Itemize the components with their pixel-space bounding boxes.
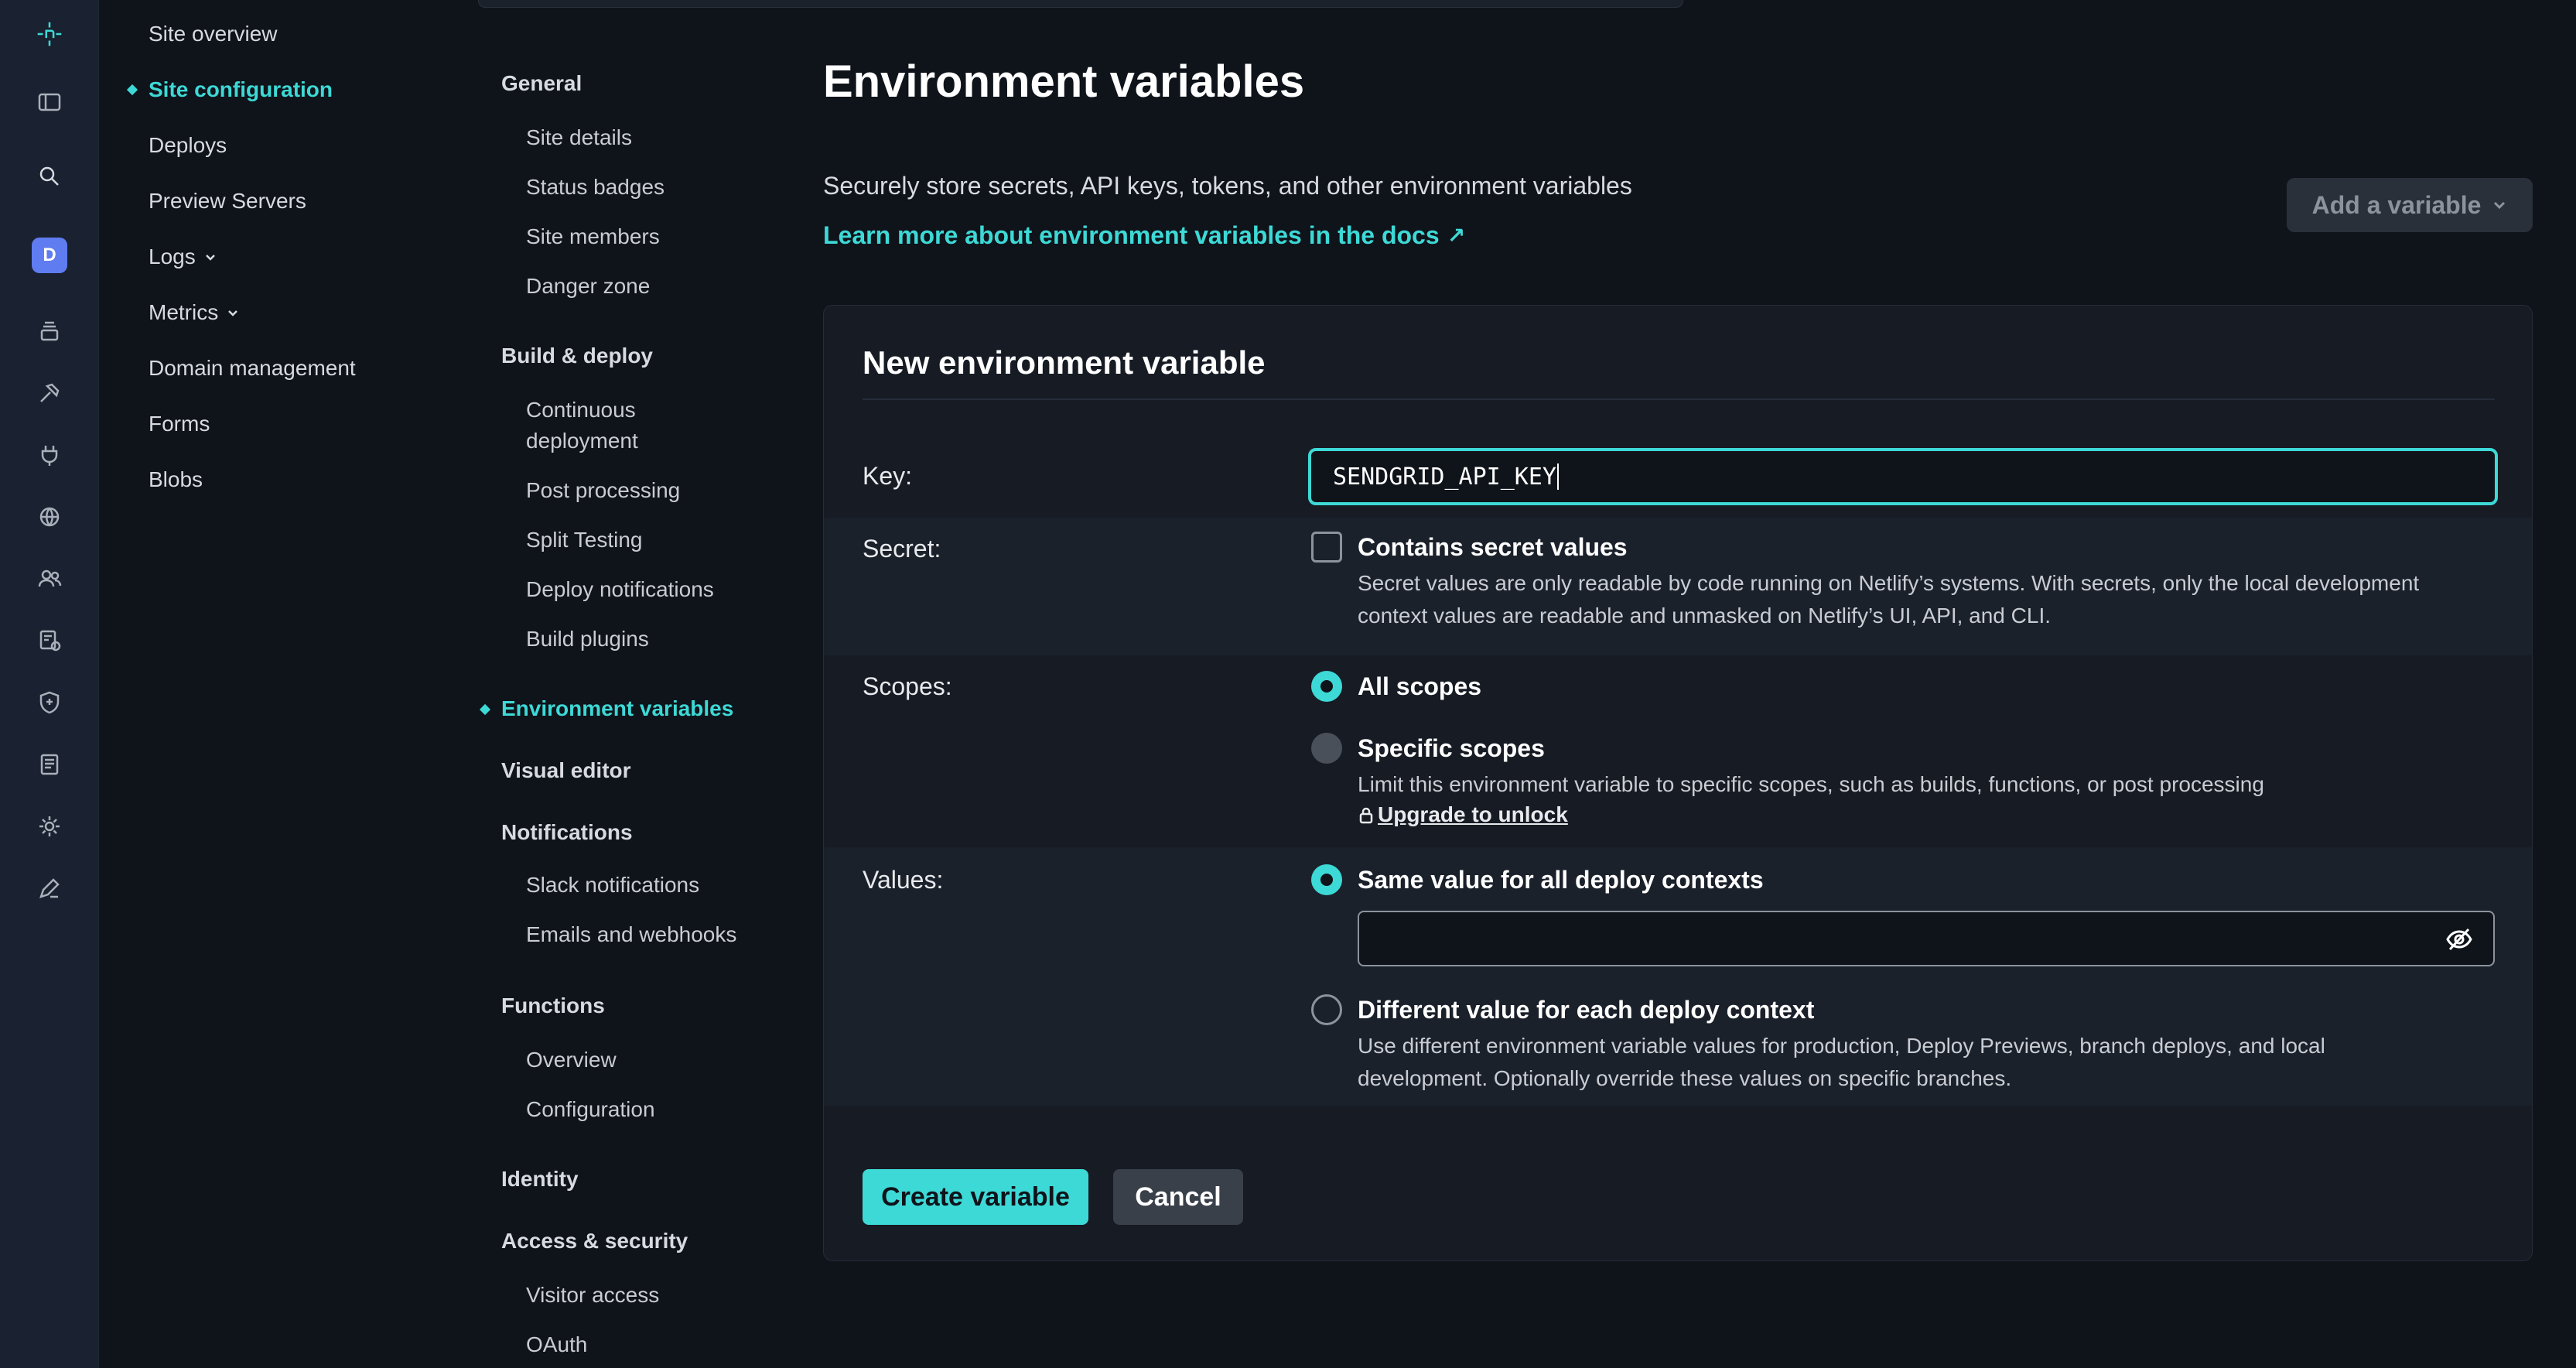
nav-build-plugins[interactable]: Build plugins	[526, 624, 649, 655]
value-different-help-line2: development. Optionally override these v…	[1358, 1066, 2012, 1090]
nav-general[interactable]: General	[501, 71, 582, 96]
value-different-help-line1: Use different environment variable value…	[1358, 1034, 2325, 1058]
page-title: Environment variables	[823, 56, 1305, 107]
nav-functions[interactable]: Functions	[501, 994, 605, 1018]
globe-icon[interactable]	[31, 498, 68, 535]
nav-danger-zone[interactable]: Danger zone	[526, 271, 650, 302]
nav-deploys[interactable]: Deploys	[149, 133, 227, 158]
chevron-down-icon	[228, 310, 238, 316]
book-icon[interactable]	[31, 746, 68, 783]
active-indicator	[479, 703, 491, 716]
secret-label: Secret:	[863, 535, 941, 563]
stack-icon[interactable]	[31, 313, 68, 350]
site-nav: Site overview Site configuration Deploys…	[99, 0, 478, 1368]
value-same-label: Same value for all deploy contexts	[1358, 866, 1764, 894]
nav-slack-notifications[interactable]: Slack notifications	[526, 870, 699, 901]
config-nav: General Site details Status badges Site …	[478, 0, 803, 1368]
pencil-icon[interactable]	[31, 870, 68, 907]
value-input[interactable]	[1358, 911, 2495, 966]
scope-help: Limit this environment variable to speci…	[1358, 772, 2264, 796]
divider	[863, 398, 2495, 400]
nav-preview-servers[interactable]: Preview Servers	[149, 189, 306, 214]
active-indicator	[126, 84, 138, 96]
gear-icon[interactable]	[31, 808, 68, 845]
nav-status-badges[interactable]: Status badges	[526, 172, 664, 203]
docs-link[interactable]: Learn more about environment variables i…	[823, 221, 1465, 250]
nav-site-members[interactable]: Site members	[526, 221, 660, 252]
lock-icon	[1359, 807, 1373, 824]
form-title: New environment variable	[863, 344, 1266, 381]
scope-specific-label: Specific scopes	[1358, 734, 1545, 762]
nav-metrics[interactable]: Metrics	[149, 300, 240, 325]
value-different-radio[interactable]	[1311, 994, 1342, 1025]
chevron-down-icon	[2494, 201, 2506, 210]
plug-icon[interactable]	[31, 436, 68, 474]
netlify-logo-icon[interactable]	[31, 15, 68, 53]
icon-rail: D	[0, 0, 99, 1368]
scope-all-label: All scopes	[1358, 672, 1482, 700]
nav-site-configuration[interactable]: Site configuration	[126, 77, 333, 102]
page-description: Securely store secrets, API keys, tokens…	[823, 172, 1632, 200]
chevron-down-icon	[205, 255, 215, 261]
nav-emails-webhooks[interactable]: Emails and webhooks	[526, 919, 736, 950]
eye-off-icon[interactable]	[2445, 926, 2473, 952]
values-label: Values:	[863, 866, 944, 894]
nav-domain-management[interactable]: Domain management	[149, 356, 356, 381]
scopes-label: Scopes:	[863, 672, 952, 700]
shield-icon[interactable]	[31, 684, 68, 721]
search-icon[interactable]	[31, 158, 68, 195]
external-link-icon: ↗	[1447, 224, 1466, 248]
nav-blobs[interactable]: Blobs	[149, 467, 203, 492]
key-input[interactable]: SENDGRID_API_KEY	[1308, 448, 2498, 505]
nav-site-overview[interactable]: Site overview	[149, 22, 278, 46]
scope-specific-radio[interactable]	[1311, 733, 1342, 764]
users-icon[interactable]	[31, 560, 68, 597]
nav-forms[interactable]: Forms	[149, 412, 210, 436]
nav-logs[interactable]: Logs	[149, 245, 217, 269]
nav-functions-configuration[interactable]: Configuration	[526, 1094, 655, 1125]
new-variable-form: New environment variable Key: SENDGRID_A…	[823, 305, 2533, 1261]
nav-identity[interactable]: Identity	[501, 1167, 579, 1192]
secret-help-line2: context values are readable and unmasked…	[1358, 604, 2051, 628]
cancel-button[interactable]: Cancel	[1113, 1169, 1243, 1225]
nav-build-deploy[interactable]: Build & deploy	[501, 344, 653, 368]
nav-notifications[interactable]: Notifications	[501, 820, 633, 845]
nav-continuous-deployment-line2[interactable]: deployment	[526, 426, 638, 457]
key-label: Key:	[863, 462, 913, 490]
upgrade-link[interactable]: Upgrade to unlock	[1358, 802, 1568, 827]
nav-environment-variables[interactable]: Environment variables	[501, 696, 733, 721]
secret-option-label: Contains secret values	[1358, 533, 1628, 561]
hammer-icon[interactable]	[31, 374, 68, 412]
nav-visitor-access[interactable]: Visitor access	[526, 1280, 659, 1311]
nav-site-details[interactable]: Site details	[526, 122, 632, 153]
nav-oauth[interactable]: OAuth	[526, 1329, 587, 1360]
team-avatar[interactable]: D	[31, 237, 68, 274]
add-variable-button[interactable]: Add a variable	[2287, 178, 2533, 232]
nav-visual-editor[interactable]: Visual editor	[501, 758, 631, 783]
main-content: Environment variables Securely store sec…	[823, 0, 2533, 1368]
scope-all-radio[interactable]	[1311, 671, 1342, 702]
create-variable-button[interactable]: Create variable	[863, 1169, 1088, 1225]
nav-post-processing[interactable]: Post processing	[526, 475, 680, 506]
secret-help-line1: Secret values are only readable by code …	[1358, 571, 2420, 595]
value-same-radio[interactable]	[1311, 864, 1342, 895]
nav-split-testing[interactable]: Split Testing	[526, 525, 642, 556]
nav-deploy-notifications[interactable]: Deploy notifications	[526, 574, 714, 605]
nav-access-security[interactable]: Access & security	[501, 1229, 688, 1253]
sidebar-toggle-icon[interactable]	[31, 84, 68, 121]
nav-functions-overview[interactable]: Overview	[526, 1045, 617, 1076]
secret-checkbox[interactable]	[1311, 532, 1342, 563]
value-different-label: Different value for each deploy context	[1358, 996, 1815, 1024]
nav-continuous-deployment-line1[interactable]: Continuous	[526, 395, 636, 426]
text-caret	[1556, 463, 1559, 490]
certificate-icon[interactable]	[31, 622, 68, 659]
